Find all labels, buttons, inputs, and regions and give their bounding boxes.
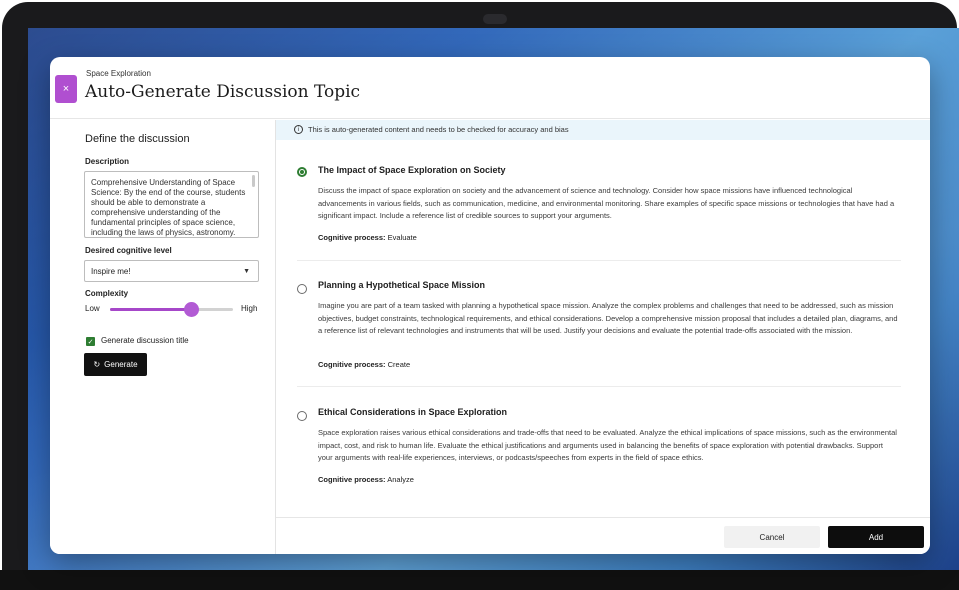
topic-title: The Impact of Space Exploration on Socie… (318, 165, 506, 175)
topic-cognitive-process: Cognitive process: Create (318, 360, 410, 369)
define-discussion-panel: Define the discussion Description Compre… (50, 120, 276, 554)
cognitive-process-value: Analyze (387, 475, 414, 484)
complexity-slider[interactable] (110, 302, 233, 317)
topic-body: Imagine you are part of a team tasked wi… (318, 301, 898, 335)
laptop-base (0, 570, 959, 590)
info-icon: i (294, 125, 303, 134)
generate-title-label: Generate discussion title (101, 336, 189, 345)
description-label: Description (85, 157, 130, 166)
topic-radio-2[interactable] (297, 284, 307, 294)
topic-option[interactable]: The Impact of Space Exploration on Socie… (276, 157, 930, 261)
topic-option[interactable]: Planning a Hypothetical Space Mission Im… (276, 276, 930, 387)
modal-header: Space Exploration Auto-Generate Discussi… (50, 57, 930, 119)
camera-notch (483, 14, 507, 24)
complexity-high-label: High (241, 304, 258, 313)
topic-cognitive-process: Cognitive process: Evaluate (318, 233, 417, 242)
modal-footer: Cancel Add (276, 517, 930, 554)
generate-button[interactable]: ↻ Generate (84, 353, 147, 376)
cognitive-process-label: Cognitive process: (318, 233, 386, 242)
topic-body: Space exploration raises various ethical… (318, 428, 897, 462)
cancel-button[interactable]: Cancel (724, 526, 820, 548)
generate-title-checkbox[interactable]: ✓ (86, 337, 95, 346)
cognitive-process-label: Cognitive process: (318, 475, 386, 484)
add-button[interactable]: Add (828, 526, 924, 548)
description-text: Comprehensive Understanding of Space Sci… (91, 178, 246, 237)
modal-title: Auto-Generate Discussion Topic (85, 82, 361, 102)
complexity-label: Complexity (85, 289, 129, 298)
description-textarea[interactable]: Comprehensive Understanding of Space Sci… (84, 171, 259, 238)
topic-title: Planning a Hypothetical Space Mission (318, 280, 486, 290)
topic-body: Discuss the impact of space exploration … (318, 186, 895, 220)
topic-title: Ethical Considerations in Space Explorat… (318, 407, 508, 417)
close-icon[interactable]: × (55, 75, 77, 103)
cognitive-level-select[interactable]: Inspire me! ▼ (84, 260, 259, 282)
refresh-icon: ↻ (93, 360, 101, 369)
complexity-slider-thumb[interactable] (184, 302, 200, 317)
topic-radio-3[interactable] (297, 411, 307, 421)
description-scrollbar[interactable] (252, 175, 255, 187)
option-divider (297, 260, 901, 261)
topic-cognitive-process: Cognitive process: Analyze (318, 475, 414, 484)
chevron-down-icon: ▼ (243, 268, 250, 275)
cognitive-process-label: Cognitive process: (318, 360, 386, 369)
topic-option[interactable]: Ethical Considerations in Space Explorat… (276, 403, 930, 503)
complexity-slider-fill (110, 308, 192, 311)
generate-button-label: Generate (104, 360, 138, 369)
discussion-modal: Space Exploration Auto-Generate Discussi… (50, 57, 930, 554)
close-glyph: × (62, 83, 70, 95)
topic-radio-1[interactable] (297, 167, 307, 177)
cognitive-process-value: Create (387, 360, 411, 369)
notice-text: This is auto-generated content and needs… (308, 125, 569, 134)
panel-title: Define the discussion (85, 133, 190, 145)
option-divider (297, 386, 901, 387)
course-overline: Space Exploration (86, 69, 151, 78)
ai-notice-banner: i This is auto-generated content and nee… (276, 120, 930, 140)
cognitive-process-value: Evaluate (387, 233, 417, 242)
cognitive-level-value: Inspire me! (91, 267, 131, 276)
complexity-low-label: Low (85, 304, 100, 313)
cognitive-level-label: Desired cognitive level (85, 246, 172, 255)
